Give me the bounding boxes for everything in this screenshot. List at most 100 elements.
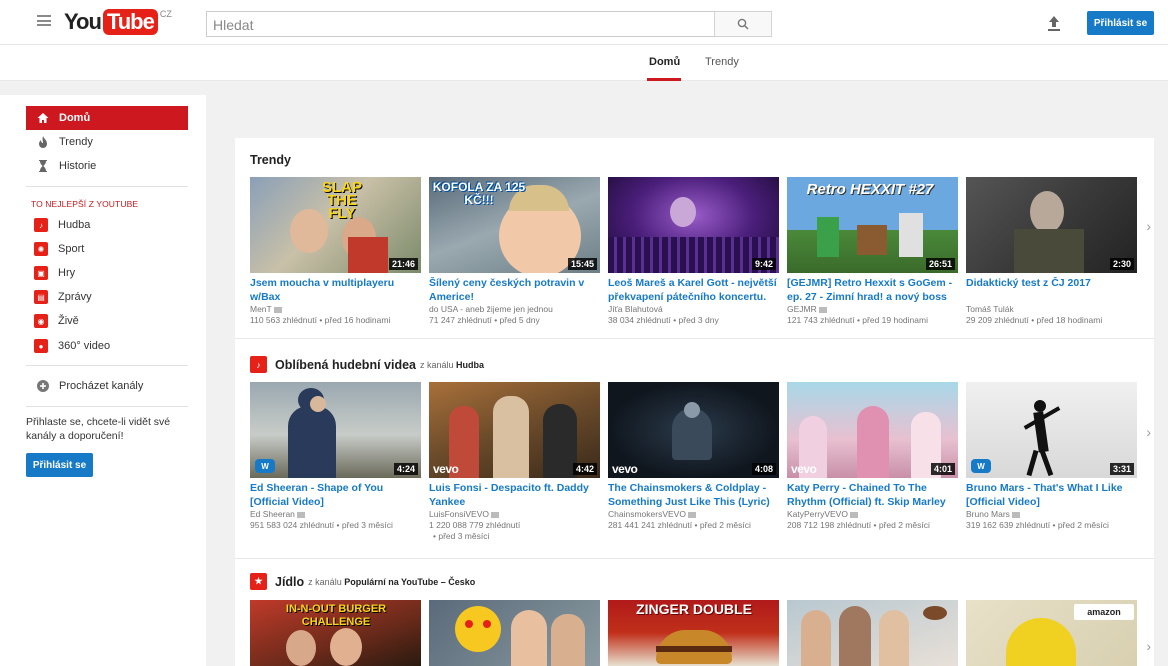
video-title[interactable]: Jsem moucha v multiplayeru w/Bax [250, 277, 421, 304]
channel-name[interactable]: do USA - aneb žijeme jen jednou [429, 304, 553, 314]
guide-sidebar: Domů Trendy Historie TO NEJLEPŠÍ Z YOUTU… [0, 95, 206, 666]
channel-name[interactable]: Jíťa Blahutová [608, 304, 663, 314]
shelf-next-arrow-icon[interactable]: › [1146, 638, 1151, 654]
shelf-title-food[interactable]: ★ Jídlo z kanálu Populární na YouTube – … [250, 573, 475, 590]
video-card[interactable]: Retro HEXXIT #27 26:51 [GEJMR] Retro Hex… [787, 177, 958, 326]
shelf-channel-credit: z kanálu Hudba [420, 360, 484, 370]
video-channel[interactable]: GEJMR [787, 304, 958, 315]
plus-circle-icon [36, 379, 50, 393]
guide-menu-icon[interactable] [37, 15, 51, 26]
video-thumbnail[interactable]: 9:42 [608, 177, 779, 273]
video-thumbnail[interactable]: amazon [966, 600, 1137, 666]
sidebar-item-music[interactable]: ♪ Hudba [26, 213, 188, 237]
sidebar-item-live[interactable]: ◉ Živě [26, 309, 188, 333]
video-card[interactable]: SLAP THE FLY 21:46 Jsem moucha v multipl… [250, 177, 421, 326]
sidebar-item-history[interactable]: Historie [26, 154, 188, 178]
sidebar-item-news[interactable]: ▤ Zprávy [26, 285, 188, 309]
ball-icon: ✺ [34, 242, 48, 256]
verified-icon [273, 306, 282, 313]
channel-name[interactable]: ChainsmokersVEVO [608, 509, 686, 519]
channel-name[interactable]: Bruno Mars [966, 509, 1010, 519]
video-channel[interactable]: Bruno Mars [966, 509, 1137, 520]
video-card[interactable] [429, 600, 600, 666]
video-stats: 1 220 088 779 zhlédnutí [429, 520, 521, 530]
sidebar-item-360-video[interactable]: ● 360° video [26, 334, 188, 358]
video-stats: 281 441 241 zhlédnutí • před 2 měsíci [608, 520, 751, 530]
tab-home[interactable]: Domů [649, 56, 680, 68]
video-card[interactable]: 2:30 Didaktický test z ČJ 2017 Tomáš Tul… [966, 177, 1137, 326]
channel-name[interactable]: MenT [250, 304, 272, 314]
shelf-divider [235, 338, 1154, 339]
video-card[interactable] [787, 600, 958, 666]
video-channel[interactable]: do USA - aneb žijeme jen jednou [429, 304, 600, 315]
video-thumbnail[interactable]: W 4:24 [250, 382, 421, 478]
video-thumbnail[interactable]: ZINGER DOUBLE [608, 600, 779, 666]
sidebar-item-browse-channels[interactable]: Procházet kanály [26, 374, 188, 398]
search-input[interactable]: Hledat [206, 11, 715, 37]
shelf-channel-link[interactable]: Hudba [456, 360, 484, 370]
video-thumbnail[interactable]: IN-N-OUT BURGER CHALLENGE [250, 600, 421, 666]
video-card[interactable]: W 3:31 Bruno Mars - That's What I Like [… [966, 382, 1137, 531]
video-card[interactable]: amazon [966, 600, 1137, 666]
youtube-logo[interactable]: You Tube CZ [64, 9, 172, 35]
video-thumbnail[interactable]: KOFOLA ZA 125 KČ!!! 15:45 [429, 177, 600, 273]
video-channel[interactable]: ChainsmokersVEVO [608, 509, 779, 520]
video-title[interactable]: The Chainsmokers & Coldplay - Something … [608, 482, 779, 509]
channel-name[interactable]: GEJMR [787, 304, 817, 314]
video-channel[interactable]: Ed Sheeran [250, 509, 421, 520]
vevo-logo: vevo [433, 462, 459, 476]
sidebar-item-label: Hudba [58, 219, 91, 231]
video-card[interactable]: vevo 4:08 The Chainsmokers & Coldplay - … [608, 382, 779, 531]
video-thumbnail[interactable]: vevo 4:01 [787, 382, 958, 478]
video-title[interactable]: Didaktický test z ČJ 2017 [966, 277, 1137, 304]
channel-name[interactable]: KatyPerryVEVO [787, 509, 848, 519]
video-thumbnail[interactable]: SLAP THE FLY 21:46 [250, 177, 421, 273]
sidebar-signin-button[interactable]: Přihlásit se [26, 453, 93, 477]
video-card[interactable]: vevo 4:01 Katy Perry - Chained To The Rh… [787, 382, 958, 531]
search-button[interactable] [714, 11, 772, 37]
channel-name[interactable]: Ed Sheeran [250, 509, 295, 519]
video-thumbnail[interactable]: Retro HEXXIT #27 26:51 [787, 177, 958, 273]
shelf-title-trending[interactable]: Trendy [250, 153, 291, 167]
video-channel[interactable]: Tomáš Tulák [966, 304, 1137, 315]
video-card[interactable]: IN-N-OUT BURGER CHALLENGE [250, 600, 421, 666]
sidebar-item-label: Domů [59, 112, 91, 124]
video-title[interactable]: Šílený ceny českých potravin v Americe! [429, 277, 600, 304]
logo-text-you: You [64, 9, 102, 34]
video-thumbnail[interactable] [787, 600, 958, 666]
video-thumbnail[interactable]: vevo 4:08 [608, 382, 779, 478]
shelf-next-arrow-icon[interactable]: › [1146, 424, 1151, 440]
video-title[interactable]: Bruno Mars - That's What I Like [Officia… [966, 482, 1137, 509]
upload-icon[interactable] [1044, 13, 1064, 33]
video-card[interactable]: W 4:24 Ed Sheeran - Shape of You [Offici… [250, 382, 421, 531]
video-channel[interactable]: LuisFonsiVEVO [429, 509, 600, 520]
shelf-title-music[interactable]: ♪ Oblíbená hudební videa z kanálu Hudba [250, 356, 484, 373]
video-title[interactable]: Katy Perry - Chained To The Rhythm (Offi… [787, 482, 958, 509]
video-title[interactable]: Luis Fonsi - Despacito ft. Daddy Yankee [429, 482, 600, 509]
video-card[interactable]: ZINGER DOUBLE [608, 600, 779, 666]
video-card[interactable]: 9:42 Leoš Mareš a Karel Gott - největší … [608, 177, 779, 326]
video-title[interactable]: [GEJMR] Retro Hexxit s GoGem - ep. 27 - … [787, 277, 958, 304]
shelf-next-arrow-icon[interactable]: › [1146, 218, 1151, 234]
video-thumbnail[interactable]: vevo 4:42 [429, 382, 600, 478]
sidebar-item-trending[interactable]: Trendy [26, 130, 188, 154]
sidebar-item-sport[interactable]: ✺ Sport [26, 237, 188, 261]
video-card[interactable]: vevo 4:42 Luis Fonsi - Despacito ft. Dad… [429, 382, 600, 542]
signin-button[interactable]: Přihlásit se [1087, 11, 1154, 35]
channel-name[interactable]: LuisFonsiVEVO [429, 509, 489, 519]
tab-trending[interactable]: Trendy [705, 56, 739, 68]
video-thumbnail[interactable]: 2:30 [966, 177, 1137, 273]
sidebar-item-home[interactable]: Domů [26, 106, 188, 130]
shelf-channel-link[interactable]: Populární na YouTube – Česko [344, 577, 475, 587]
video-channel[interactable]: MenT [250, 304, 421, 315]
video-title[interactable]: Leoš Mareš a Karel Gott - největší překv… [608, 277, 779, 304]
video-thumbnail[interactable] [429, 600, 600, 666]
video-thumbnail[interactable]: W 3:31 [966, 382, 1137, 478]
video-channel[interactable]: Jíťa Blahutová [608, 304, 779, 315]
home-feed: Trendy SLAP THE FLY 21:46 Jsem moucha v … [235, 138, 1154, 666]
video-channel[interactable]: KatyPerryVEVO [787, 509, 958, 520]
channel-name[interactable]: Tomáš Tulák [966, 304, 1014, 314]
sidebar-item-games[interactable]: ▣ Hry [26, 261, 188, 285]
video-card[interactable]: KOFOLA ZA 125 KČ!!! 15:45 Šílený ceny če… [429, 177, 600, 326]
video-title[interactable]: Ed Sheeran - Shape of You [Official Vide… [250, 482, 421, 509]
